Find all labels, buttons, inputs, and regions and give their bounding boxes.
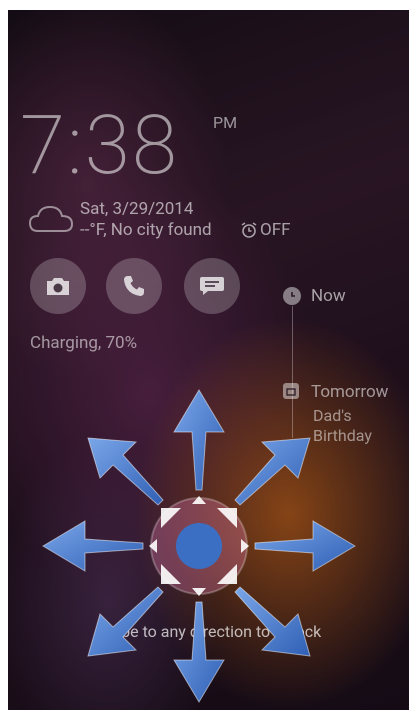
arrow-up-icon xyxy=(173,389,225,491)
arrow-right-icon xyxy=(254,520,356,572)
arrow-left-icon xyxy=(42,520,144,572)
arrow-down-right-icon xyxy=(234,586,311,657)
lock-screen: 7:38 PM Sat, 3/29/2014 --°F, No city fou… xyxy=(8,10,409,710)
arrow-up-left-icon xyxy=(87,437,164,506)
unlock-handle[interactable] xyxy=(176,523,222,569)
arrow-down-icon xyxy=(173,601,225,703)
arrow-down-left-icon xyxy=(87,586,164,657)
arrow-up-right-icon xyxy=(234,437,311,506)
unlock-widget xyxy=(42,389,356,703)
